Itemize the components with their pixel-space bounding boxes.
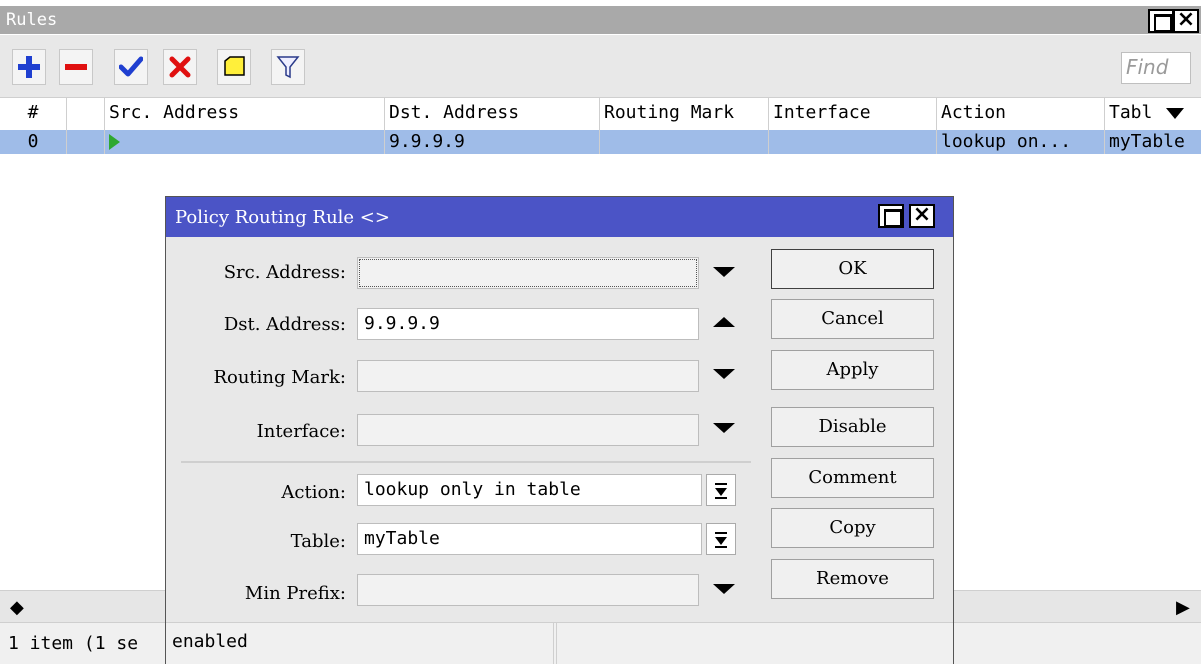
- policy-routing-rule-dialog: Policy Routing Rule <> × Src. Address: D…: [165, 196, 954, 664]
- dialog-status-cell: [556, 623, 946, 664]
- window-title: Rules: [6, 10, 58, 30]
- column-chooser-dropdown-icon[interactable]: [1166, 108, 1184, 119]
- interface-dropdown-icon[interactable]: [713, 423, 735, 433]
- table-dropdown-button[interactable]: [706, 523, 736, 555]
- row-src-address: [104, 130, 384, 154]
- dropdown-bar-icon: [715, 546, 727, 548]
- table-select[interactable]: myTable: [357, 523, 702, 555]
- dropdown-bar-icon: [715, 532, 727, 534]
- src-address-dropdown-icon[interactable]: [713, 267, 735, 277]
- row-routing-mark: [599, 130, 768, 154]
- filter-button[interactable]: [271, 49, 305, 85]
- maximize-icon[interactable]: [1148, 9, 1174, 33]
- enable-button[interactable]: [114, 49, 148, 85]
- comment-button[interactable]: Comment: [771, 458, 934, 498]
- src-address-field[interactable]: [357, 257, 699, 289]
- dialog-divider: [181, 461, 751, 463]
- column-header-interface[interactable]: Interface: [768, 98, 936, 130]
- min-prefix-dropdown-icon[interactable]: [713, 584, 735, 594]
- apply-button[interactable]: Apply: [771, 350, 934, 390]
- funnel-icon: [276, 56, 300, 79]
- toolbar: Find: [0, 35, 1201, 97]
- routing-mark-field[interactable]: [357, 360, 699, 392]
- chevron-down-icon: [715, 488, 727, 496]
- scroll-right-icon[interactable]: ▶: [1176, 597, 1190, 618]
- dialog-maximize-icon[interactable]: [878, 204, 904, 228]
- src-address-label: Src. Address:: [223, 262, 346, 283]
- enabled-arrow-icon: [109, 134, 120, 150]
- add-button[interactable]: [12, 49, 46, 85]
- table-row[interactable]: 0 9.9.9.9 lookup on... myTable: [0, 130, 1201, 154]
- disable-button[interactable]: [163, 49, 197, 85]
- remove-button[interactable]: Remove: [771, 559, 934, 599]
- cancel-button[interactable]: Cancel: [771, 299, 934, 339]
- check-icon: [119, 56, 143, 77]
- find-input[interactable]: Find: [1121, 52, 1191, 84]
- minus-icon: [65, 64, 87, 70]
- column-header-dst-address[interactable]: Dst. Address: [384, 98, 599, 130]
- action-select[interactable]: lookup only in table: [357, 474, 702, 506]
- dst-address-collapse-icon[interactable]: [713, 317, 735, 327]
- disable-button[interactable]: Disable: [771, 407, 934, 447]
- column-header-flags[interactable]: [66, 98, 104, 130]
- window-titlebar[interactable]: Rules ×: [0, 6, 1201, 34]
- row-flags: [66, 130, 104, 154]
- note-icon: [224, 56, 245, 76]
- status-item-count: 1 item (1 se: [8, 633, 139, 654]
- row-action: lookup on...: [936, 130, 1104, 154]
- plus-icon: [18, 56, 40, 78]
- row-interface: [768, 130, 936, 154]
- action-dropdown-button[interactable]: [706, 474, 736, 506]
- close-icon[interactable]: ×: [1173, 9, 1199, 33]
- row-dst-address: 9.9.9.9: [384, 130, 599, 154]
- comment-button[interactable]: [217, 49, 251, 85]
- column-header-routing-mark[interactable]: Routing Mark: [599, 98, 768, 130]
- routing-mark-dropdown-icon[interactable]: [713, 369, 735, 379]
- row-table: myTable: [1104, 130, 1201, 154]
- min-prefix-field[interactable]: [357, 574, 699, 606]
- dialog-status-enabled: enabled: [166, 623, 554, 664]
- row-index: 0: [27, 131, 39, 152]
- interface-label: Interface:: [256, 421, 346, 442]
- column-header-table[interactable]: Tabl: [1104, 98, 1174, 130]
- dialog-close-icon[interactable]: ×: [909, 204, 935, 228]
- column-header-action[interactable]: Action: [936, 98, 1104, 130]
- scroll-left-icon[interactable]: ◆: [10, 597, 24, 618]
- dst-address-field[interactable]: 9.9.9.9: [357, 308, 699, 340]
- dropdown-bar-icon: [715, 483, 727, 485]
- dropdown-bar-icon: [715, 497, 727, 499]
- routing-mark-label: Routing Mark:: [213, 367, 346, 388]
- dst-address-label: Dst. Address:: [223, 314, 346, 335]
- min-prefix-label: Min Prefix:: [244, 583, 346, 604]
- copy-button[interactable]: Copy: [771, 508, 934, 548]
- ok-button[interactable]: OK: [771, 249, 934, 289]
- dialog-titlebar[interactable]: Policy Routing Rule <> ×: [166, 197, 953, 237]
- remove-button[interactable]: [59, 49, 93, 85]
- interface-field[interactable]: [357, 414, 699, 446]
- column-header-src-address[interactable]: Src. Address: [104, 98, 384, 130]
- column-header-number[interactable]: #: [0, 98, 66, 130]
- x-icon: [169, 56, 191, 78]
- action-label: Action:: [281, 482, 346, 503]
- table-label: Table:: [290, 531, 346, 552]
- chevron-down-icon: [715, 537, 727, 545]
- dialog-title: Policy Routing Rule <>: [175, 207, 390, 228]
- table-header: # Src. Address Dst. Address Routing Mark…: [0, 97, 1201, 130]
- dialog-status-bar: enabled: [166, 622, 953, 664]
